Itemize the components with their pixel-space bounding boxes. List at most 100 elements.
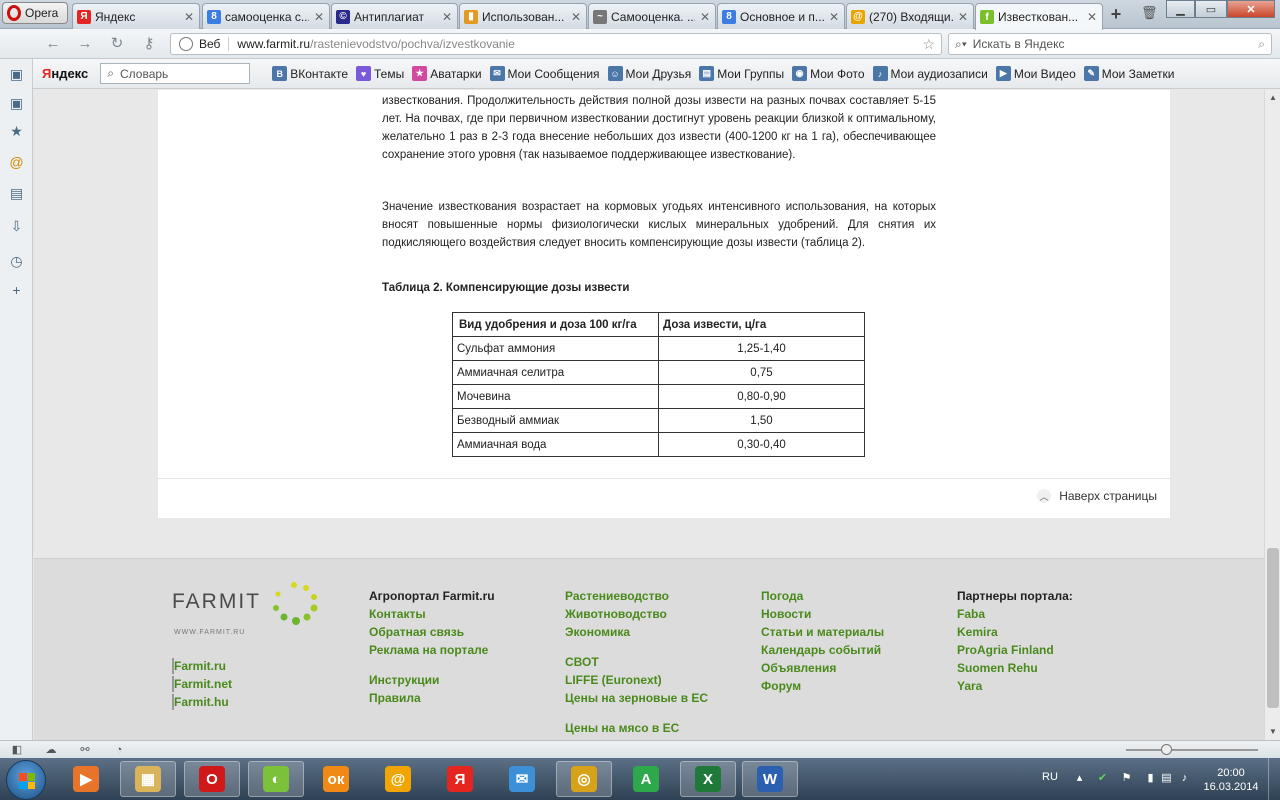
back-to-top-link[interactable]: ︿ Наверх страницы bbox=[1037, 489, 1157, 503]
footer-link[interactable]: Форум bbox=[761, 677, 884, 695]
close-tab-icon[interactable]: ✕ bbox=[313, 10, 325, 24]
taskbar-app-button[interactable]: ок bbox=[308, 761, 364, 797]
footer-link[interactable]: Обратная связь bbox=[369, 623, 495, 641]
notes-icon[interactable]: ▤ bbox=[9, 186, 24, 201]
scroll-thumb[interactable] bbox=[1267, 548, 1279, 708]
browser-tab[interactable]: 8 Основное и п... ✕ bbox=[717, 3, 845, 29]
yandex-logo[interactable]: Яндекс bbox=[42, 66, 88, 81]
partner-link[interactable]: Yara bbox=[957, 677, 1073, 695]
footer-link[interactable]: Цены на мясо в ЕС bbox=[565, 719, 708, 737]
add-panel-icon[interactable]: + bbox=[9, 283, 24, 298]
site-link-ru[interactable]: Farmit.ru bbox=[172, 657, 232, 675]
browser-tab[interactable]: Я Яндекс ✕ bbox=[72, 3, 200, 29]
site-link-net[interactable]: Farmit.net bbox=[172, 675, 232, 693]
start-button[interactable] bbox=[6, 760, 46, 800]
language-indicator[interactable]: RU bbox=[1042, 771, 1058, 783]
volume-icon[interactable]: ♪ bbox=[1178, 772, 1191, 785]
dictionary-input[interactable]: ⌕ Словарь bbox=[100, 63, 251, 84]
browser-tab[interactable]: ▮ Использован... ✕ bbox=[459, 3, 587, 29]
new-tab-button[interactable]: + bbox=[1106, 4, 1126, 24]
footer-link[interactable]: Инструкции bbox=[369, 671, 495, 689]
battery-icon[interactable]: ▮ bbox=[1144, 772, 1157, 785]
footer-link[interactable]: Цены на зерновые в ЕС bbox=[565, 689, 708, 707]
taskbar-app-button[interactable]: W bbox=[742, 761, 798, 797]
minimize-button[interactable]: ▁ bbox=[1166, 0, 1195, 18]
footer-link[interactable]: Статьи и материалы bbox=[761, 623, 884, 641]
footer-link[interactable]: Новости bbox=[761, 605, 884, 623]
close-window-button[interactable]: ✕ bbox=[1227, 0, 1275, 18]
browser-tab[interactable]: 8 самооценка с... ✕ bbox=[202, 3, 330, 29]
yandex-bar-link[interactable]: ♥ Темы bbox=[356, 66, 404, 81]
close-tab-icon[interactable]: ✕ bbox=[699, 10, 711, 24]
yandex-bar-link[interactable]: B ВКонтакте bbox=[272, 66, 348, 81]
taskbar-app-button[interactable]: ▶ bbox=[58, 761, 114, 797]
yandex-bar-link[interactable]: ◉ Мои Фото bbox=[792, 66, 865, 81]
browser-tab[interactable]: ~ Самооценка. ... ✕ bbox=[588, 3, 716, 29]
yandex-bar-link[interactable]: ★ Аватарки bbox=[412, 66, 482, 81]
opera-menu-button[interactable]: Opera bbox=[2, 2, 68, 24]
star-icon[interactable]: ★ bbox=[9, 124, 24, 139]
history-icon[interactable]: ◷ bbox=[9, 254, 24, 269]
security-icon[interactable]: ✔ bbox=[1096, 772, 1109, 785]
footer-link[interactable]: Животноводство bbox=[565, 605, 708, 623]
footer-link[interactable]: Правила bbox=[369, 689, 495, 707]
yandex-bar-link[interactable]: ✉ Мои Сообщения bbox=[489, 66, 600, 81]
taskbar-app-button[interactable]: @ bbox=[370, 761, 426, 797]
maximize-button[interactable]: ▭ bbox=[1195, 0, 1227, 18]
closed-tabs-trash-icon[interactable]: 🗑 bbox=[1141, 5, 1158, 23]
browser-tab[interactable]: f Известкован... ✕ bbox=[975, 3, 1103, 30]
search-icon[interactable]: ⌕ bbox=[1258, 37, 1265, 52]
reload-icon[interactable]: ↻ bbox=[108, 35, 126, 53]
address-field[interactable]: Веб www.farmit.ru /rastenievodstvo/pochv… bbox=[170, 33, 942, 55]
footer-link[interactable]: Экономика bbox=[565, 623, 708, 641]
close-tab-icon[interactable]: ✕ bbox=[441, 10, 453, 24]
close-tab-icon[interactable]: ✕ bbox=[957, 10, 969, 24]
footer-link[interactable]: Контакты bbox=[369, 605, 495, 623]
footer-link[interactable]: Реклама на портале bbox=[369, 641, 495, 659]
tray-expand-icon[interactable]: ▴ bbox=[1073, 772, 1086, 785]
network-icon[interactable]: ▤ bbox=[1160, 772, 1173, 785]
zoom-slider-knob[interactable] bbox=[1161, 744, 1172, 755]
partner-link[interactable]: Suomen Rehu bbox=[957, 659, 1073, 677]
site-link-hu[interactable]: Farmit.hu bbox=[172, 693, 232, 711]
mail-icon[interactable]: @ bbox=[9, 155, 24, 170]
taskbar-app-button[interactable]: O bbox=[184, 761, 240, 797]
zoom-slider[interactable] bbox=[1126, 749, 1258, 751]
taskbar-app-button[interactable]: A bbox=[618, 761, 674, 797]
browser-tab[interactable]: © Антиплагиат ✕ bbox=[331, 3, 458, 29]
taskbar-app-button[interactable]: ◎ bbox=[556, 761, 612, 797]
footer-link[interactable]: Календарь событий bbox=[761, 641, 884, 659]
taskbar-app-button[interactable]: ✉ bbox=[494, 761, 550, 797]
partner-link[interactable]: ProAgria Finland bbox=[957, 641, 1073, 659]
clock[interactable]: 20:00 16.03.2014 bbox=[1200, 766, 1262, 794]
yandex-bar-link[interactable]: ▶ Мои Видео bbox=[995, 66, 1076, 81]
cloud-icon[interactable]: ☁ bbox=[44, 743, 58, 757]
footer-link[interactable]: СВОТ bbox=[565, 653, 708, 671]
speed-icon[interactable]: ◔ bbox=[112, 743, 126, 757]
footer-link[interactable]: Погода bbox=[761, 587, 884, 605]
partner-link[interactable]: Faba bbox=[957, 605, 1073, 623]
yandex-bar-link[interactable]: ☺ Мои Друзья bbox=[607, 66, 691, 81]
panel-toggle-icon[interactable]: ◧ bbox=[10, 743, 24, 757]
taskbar-app-button[interactable]: X bbox=[680, 761, 736, 797]
key-icon[interactable]: ⚷ bbox=[140, 35, 158, 53]
share-icon[interactable]: ⚯ bbox=[78, 743, 92, 757]
taskbar-app-button[interactable]: ▦ bbox=[120, 761, 176, 797]
flag-icon[interactable]: ⚑ bbox=[1120, 772, 1133, 785]
scroll-down-icon[interactable]: ▼ bbox=[1265, 724, 1280, 740]
yandex-bar-link[interactable]: ♪ Мои аудиозаписи bbox=[872, 66, 988, 81]
search-field[interactable]: ⌕▾ Искать в Яндекс ⌕ bbox=[948, 33, 1272, 55]
forward-icon[interactable]: → bbox=[76, 35, 94, 53]
close-tab-icon[interactable]: ✕ bbox=[1086, 10, 1098, 24]
back-icon[interactable]: ← bbox=[44, 35, 62, 53]
taskbar-app-button[interactable]: ◐ bbox=[248, 761, 304, 797]
scroll-up-icon[interactable]: ▲ bbox=[1265, 90, 1280, 106]
close-tab-icon[interactable]: ✕ bbox=[183, 10, 195, 24]
bookmark-star-icon[interactable]: ☆ bbox=[922, 36, 935, 53]
show-desktop-button[interactable] bbox=[1268, 758, 1280, 800]
search-engine-icon[interactable]: ⌕▾ bbox=[955, 37, 967, 52]
browser-tab[interactable]: @ (270) Входящи... ✕ bbox=[846, 3, 974, 29]
yandex-bar-link[interactable]: ✎ Мои Заметки bbox=[1083, 66, 1175, 81]
vertical-scrollbar[interactable]: ▲ ▼ bbox=[1264, 90, 1280, 740]
footer-link[interactable]: Растениеводство bbox=[565, 587, 708, 605]
